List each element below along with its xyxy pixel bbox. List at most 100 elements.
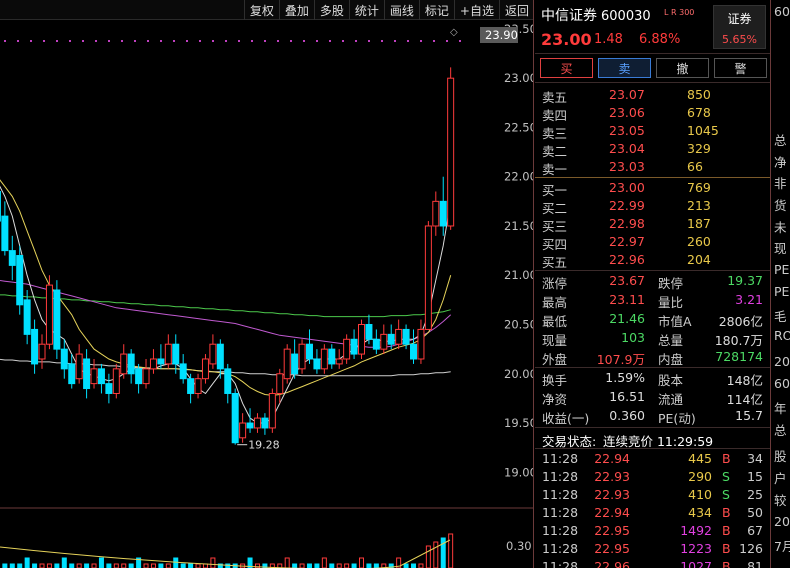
table-row[interactable]: 11:28 22.95 1492 B 67 bbox=[535, 522, 770, 540]
table-row[interactable]: 11:28 22.96 1027 B 81 bbox=[535, 558, 770, 568]
volume-bar bbox=[106, 563, 112, 568]
side-text: 较 bbox=[774, 493, 787, 508]
asks-row[interactable]: 卖五 23.07 850 bbox=[535, 86, 770, 105]
toolbar-button-1[interactable]: 叠加 bbox=[278, 0, 314, 20]
side-text: 股 bbox=[774, 449, 787, 464]
asks-row[interactable]: 卖一 23.03 66 bbox=[535, 158, 770, 177]
toolbar-button-0[interactable]: 复权 bbox=[243, 0, 279, 20]
table-row[interactable]: 11:28 22.93 410 S 25 bbox=[535, 486, 770, 504]
trade-direction: S bbox=[722, 487, 730, 502]
toolbar-button-3[interactable]: 统计 bbox=[348, 0, 384, 20]
asks-row[interactable]: 卖二 23.04 329 bbox=[535, 140, 770, 159]
candle-body bbox=[410, 343, 418, 360]
toolbar-button-6[interactable]: +自选 bbox=[453, 0, 499, 20]
candle-body bbox=[75, 353, 83, 380]
last-price: 23.00 bbox=[541, 30, 592, 49]
quote-panel: 中信证券 600030 L R 300 23.00 1.48 6.88% 证券 5… bbox=[535, 0, 770, 568]
event-marker bbox=[160, 40, 162, 42]
divider bbox=[535, 448, 770, 449]
table-row[interactable]: 11:28 22.94 445 B 34 bbox=[535, 450, 770, 468]
trade-time: 11:28 bbox=[542, 469, 579, 484]
price-axis: 23.5023.0022.5022.0021.5021.0020.5020.00… bbox=[504, 22, 534, 479]
toolbar-button-5[interactable]: 标记 bbox=[418, 0, 454, 20]
trade-volume: 434 bbox=[688, 505, 712, 520]
event-marker bbox=[43, 40, 45, 42]
diamond-icon[interactable]: ◇ bbox=[450, 27, 458, 38]
sector-pct: 5.65% bbox=[722, 33, 757, 46]
volume-bar bbox=[98, 557, 104, 568]
tick-trades[interactable]: 11:28 22.94 445 B 34 11:28 22.93 290 S 15 11:28 22.… bbox=[535, 450, 770, 568]
candle-body bbox=[417, 328, 425, 360]
volume-bar bbox=[121, 563, 127, 568]
side-text: 非 bbox=[774, 176, 787, 191]
bids-row[interactable]: 买五 22.96 204 bbox=[535, 251, 770, 270]
stat-value: 728174 bbox=[715, 349, 763, 364]
volume-bar bbox=[84, 563, 90, 568]
stat-row: 涨停 23.67 跌停 19.37 bbox=[535, 271, 770, 291]
side-text: 毛 bbox=[774, 309, 787, 324]
order-book: 卖五 23.07 850 卖四 23.06 678 卖三 23.05 1045 卖二 23.04 32… bbox=[535, 86, 770, 270]
event-marker bbox=[4, 40, 6, 42]
candle-body bbox=[328, 348, 336, 365]
bids-row[interactable]: 买二 22.99 213 bbox=[535, 197, 770, 216]
side-text: 净 bbox=[774, 155, 787, 170]
candles bbox=[0, 67, 455, 445]
price-change-pct: 6.88% bbox=[639, 32, 681, 47]
stat-value: 3.21 bbox=[735, 292, 763, 307]
volume-bar bbox=[46, 563, 52, 568]
stat-value: 0.360 bbox=[609, 408, 645, 423]
book-separator bbox=[535, 177, 770, 178]
event-marker bbox=[407, 40, 409, 42]
alert-button[interactable]: 警 bbox=[714, 58, 767, 78]
candle-body bbox=[68, 363, 76, 385]
asks-row[interactable]: 卖三 23.05 1045 bbox=[535, 122, 770, 141]
table-row[interactable]: 11:28 22.93 290 S 15 bbox=[535, 468, 770, 486]
trade-time: 11:28 bbox=[542, 487, 579, 502]
trade-price: 22.93 bbox=[594, 469, 630, 484]
info-side-panel: 60 总净非货未现 PE PE 毛 RO 20 60 年总股户较 20 7月 bbox=[772, 0, 790, 568]
bids-row[interactable]: 买四 22.97 260 bbox=[535, 233, 770, 252]
stat-value: 103 bbox=[621, 330, 645, 345]
event-marker bbox=[329, 40, 331, 42]
trade-buttons: 买 卖 撤 警 bbox=[535, 54, 770, 83]
cancel-order-button[interactable]: 撤 bbox=[656, 58, 709, 78]
chart-toolbar: 复权 叠加 多股 统计 画线 标记 +自选 返回 bbox=[0, 0, 534, 20]
asks-row[interactable]: 卖四 23.06 678 bbox=[535, 104, 770, 123]
chart-divider bbox=[533, 0, 534, 568]
event-marker bbox=[303, 40, 305, 42]
sector-tag[interactable]: 证券 5.65% bbox=[713, 5, 766, 49]
side-text: 现 bbox=[774, 241, 787, 256]
stat-row: 换手 1.59% 股本 148亿 bbox=[535, 368, 770, 388]
volume-bar bbox=[329, 563, 335, 568]
bids-volume: 260 bbox=[687, 234, 711, 249]
price-change: 1.48 bbox=[594, 32, 623, 47]
event-marker bbox=[108, 40, 110, 42]
bids-row[interactable]: 买一 23.00 769 bbox=[535, 179, 770, 198]
sell-button[interactable]: 卖 bbox=[598, 58, 651, 78]
toolbar-button-2[interactable]: 多股 bbox=[313, 0, 349, 20]
toolbar-button-7[interactable]: 返回 bbox=[498, 0, 534, 20]
asks-label: 卖一 bbox=[542, 162, 568, 177]
candle-body bbox=[365, 324, 373, 340]
candle-body bbox=[201, 358, 209, 380]
bids-price: 22.97 bbox=[609, 234, 645, 249]
candle-body bbox=[53, 289, 61, 350]
trade-time: 11:28 bbox=[542, 523, 579, 538]
table-row[interactable]: 11:28 22.95 1223 B 126 bbox=[535, 540, 770, 558]
bids-row[interactable]: 买三 22.98 187 bbox=[535, 215, 770, 234]
trade-volume: 410 bbox=[688, 487, 712, 502]
trade-direction: B bbox=[722, 559, 731, 568]
event-marker bbox=[316, 40, 318, 42]
kline-chart[interactable]: ◇ 23.50 23.00 22.50 22.00 21.50 21.00 20.50 20.0… bbox=[0, 20, 534, 568]
volume-bar bbox=[210, 557, 216, 568]
trade-price: 22.96 bbox=[594, 559, 630, 568]
stat-row: 最低 21.46 市值A 2806亿 bbox=[535, 309, 770, 329]
event-marker bbox=[199, 40, 201, 42]
stat-value: 107.9万 bbox=[596, 352, 645, 367]
table-row[interactable]: 11:28 22.94 434 B 50 bbox=[535, 504, 770, 522]
candle-body bbox=[343, 338, 351, 360]
buy-button[interactable]: 买 bbox=[540, 58, 593, 78]
toolbar-button-4[interactable]: 画线 bbox=[383, 0, 419, 20]
volume-bar bbox=[61, 557, 67, 568]
stock-header: 中信证券 600030 L R 300 23.00 1.48 6.88% 证券 5… bbox=[535, 0, 770, 54]
